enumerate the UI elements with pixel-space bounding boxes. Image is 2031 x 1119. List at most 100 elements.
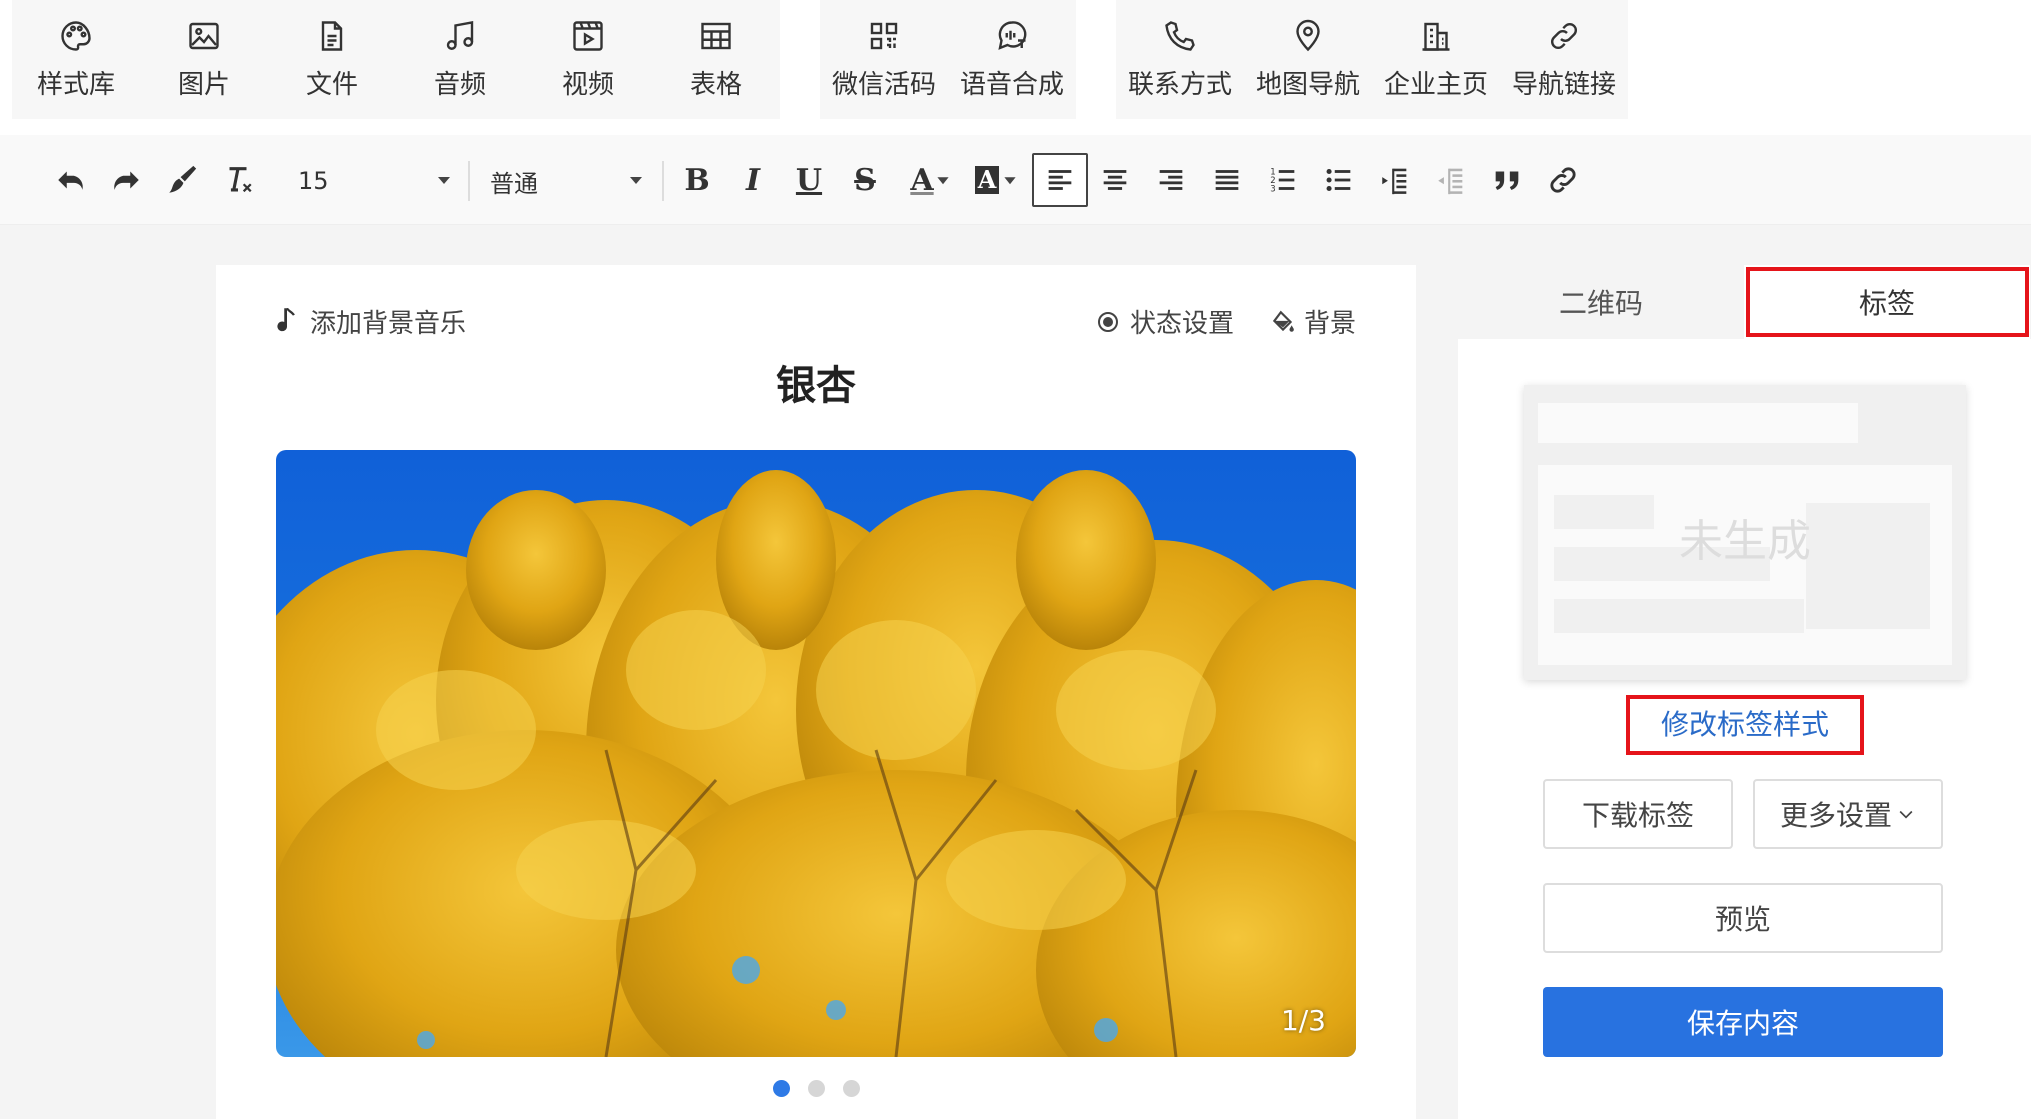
strikethrough-button[interactable]: S	[840, 155, 890, 205]
insert-group-wechat: 微信活码 语音合成	[820, 0, 1076, 119]
paragraph-style-value: 普通	[490, 169, 538, 198]
speech-bubble-icon	[998, 21, 1027, 50]
download-label-button[interactable]: 下载标签	[1543, 779, 1733, 849]
more-settings-button[interactable]: 更多设置	[1753, 779, 1943, 849]
background-settings-button[interactable]: 背景	[1270, 303, 1356, 340]
link-icon	[1551, 23, 1577, 49]
carousel-indicators	[216, 1080, 1416, 1097]
right-panel: 二维码 标签 未生成 修改标签样式 下载标签 更多设置 预览 保存内容	[1458, 265, 2031, 1119]
tab-qrcode[interactable]: 二维码	[1458, 265, 1744, 339]
carousel-dot[interactable]	[807, 1080, 825, 1097]
map-pin-icon	[1296, 19, 1320, 52]
insert-tts-button[interactable]: 语音合成	[948, 0, 1076, 119]
save-content-button[interactable]: 保存内容	[1543, 987, 1943, 1057]
background-color-button[interactable]: A	[966, 155, 1026, 205]
tool-label: 表格	[689, 70, 742, 100]
label-preview: 未生成	[1524, 385, 1966, 680]
carousel-dot[interactable]	[772, 1080, 790, 1097]
align-left-icon	[1048, 170, 1072, 190]
insert-wechat-qrcode-button[interactable]: 微信活码	[820, 0, 948, 119]
redo-icon	[114, 171, 139, 190]
radio-target-icon	[1098, 311, 1118, 332]
font-color-button[interactable]: A	[900, 155, 960, 205]
align-justify-icon	[1215, 170, 1239, 190]
clear-format-button[interactable]	[213, 155, 263, 205]
insert-company-page-button[interactable]: 企业主页	[1372, 0, 1500, 119]
insert-contact-button[interactable]: 联系方式	[1116, 0, 1244, 119]
insert-table-button[interactable]: 表格	[652, 0, 780, 119]
tool-label: 企业主页	[1383, 70, 1488, 100]
indent-icon	[1382, 168, 1407, 195]
tool-label: 导航链接	[1511, 70, 1616, 100]
toolbar-divider	[662, 161, 664, 201]
insert-audio-button[interactable]: 音频	[396, 0, 524, 119]
insert-image-button[interactable]: 图片	[140, 0, 268, 119]
background-color-glyph: A	[974, 166, 1000, 194]
tool-label: 样式库	[36, 70, 115, 100]
outdent-button[interactable]	[1426, 155, 1476, 205]
underline-button[interactable]: U	[784, 155, 834, 205]
tool-label: 地图导航	[1255, 70, 1360, 100]
insert-map-button[interactable]: 地图导航	[1244, 0, 1372, 119]
image-carousel[interactable]: 1/3	[276, 450, 1356, 1057]
strikethrough-glyph: S	[854, 162, 876, 198]
font-size-select[interactable]: 15	[298, 161, 450, 201]
insert-style-library-button[interactable]: 样式库	[12, 0, 140, 119]
image-icon	[189, 22, 219, 50]
outdent-icon	[1438, 168, 1463, 195]
align-justify-button[interactable]	[1202, 155, 1252, 205]
tool-label: 音频	[433, 70, 486, 100]
preview-button[interactable]: 预览	[1543, 883, 1943, 953]
modify-label-style-link[interactable]: 修改标签样式	[1524, 703, 1966, 743]
more-settings-text: 更多设置	[1779, 799, 1892, 832]
italic-button[interactable]: I	[728, 155, 778, 205]
phone-icon	[1165, 21, 1195, 51]
insert-nav-link-button[interactable]: 导航链接	[1500, 0, 1628, 119]
undo-button[interactable]	[46, 155, 96, 205]
tool-label: 语音合成	[959, 70, 1064, 100]
caret-down-icon	[438, 177, 450, 184]
carousel-dot[interactable]	[842, 1080, 860, 1097]
redo-button[interactable]	[101, 155, 151, 205]
music-note-icon	[277, 307, 295, 331]
tool-label: 微信活码	[831, 70, 936, 100]
ordered-list-button[interactable]: 123	[1258, 155, 1308, 205]
document-title[interactable]: 银杏	[216, 353, 1416, 411]
table-icon	[701, 22, 731, 50]
tab-label[interactable]: 标签	[1744, 265, 2030, 339]
quote-icon	[1495, 171, 1519, 190]
font-color-glyph: A	[910, 162, 934, 198]
italic-glyph: I	[745, 162, 761, 198]
editor-canvas: 添加背景音乐 状态设置 背景 银杏 1/3	[216, 265, 1416, 1119]
align-right-button[interactable]	[1146, 155, 1196, 205]
ginkgo-tree-photo	[276, 450, 1356, 1057]
bullet-list-icon	[1326, 168, 1351, 192]
image-counter: 1/3	[1280, 1004, 1326, 1037]
tool-label: 视频	[561, 70, 614, 100]
bold-button[interactable]: B	[672, 155, 722, 205]
qrcode-icon	[870, 22, 898, 50]
label-status: 未生成	[1679, 516, 1811, 567]
panel-tabs: 二维码 标签	[1458, 265, 2031, 339]
state-settings-button[interactable]: 状态设置	[1096, 303, 1234, 340]
insert-video-button[interactable]: 视频	[524, 0, 652, 119]
insert-link-button[interactable]	[1538, 155, 1588, 205]
label-placeholder-line	[1554, 599, 1804, 633]
format-painter-button[interactable]	[157, 155, 207, 205]
insert-file-button[interactable]: 文件	[268, 0, 396, 119]
align-right-icon	[1159, 170, 1183, 190]
add-music-label: 添加背景音乐	[310, 309, 467, 339]
align-left-button[interactable]	[1032, 153, 1088, 207]
add-background-music-button[interactable]: 添加背景音乐	[276, 303, 466, 340]
tool-label: 图片	[177, 70, 230, 100]
save-content-text: 保存内容	[1686, 1007, 1799, 1040]
align-center-button[interactable]	[1090, 155, 1140, 205]
paragraph-style-select[interactable]: 普通	[490, 161, 642, 201]
indent-button[interactable]	[1370, 155, 1420, 205]
bullet-list-button[interactable]	[1314, 155, 1364, 205]
blockquote-button[interactable]	[1482, 155, 1532, 205]
preview-text: 预览	[1714, 903, 1771, 936]
clear-format-icon	[229, 167, 252, 193]
insert-toolbar: 样式库 图片 文件 音频 视频 表格 微信活码 语音合成 联系方式 地图导航 企…	[0, 0, 2031, 135]
music-note-icon	[446, 21, 474, 50]
